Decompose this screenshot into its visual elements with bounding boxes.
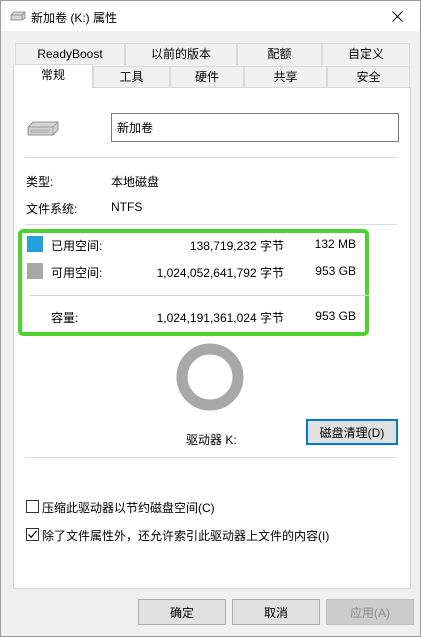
used-space-bytes: 138,719,232 字节 (189, 239, 284, 253)
disk-cleanup-button[interactable]: 磁盘清理(D) (306, 419, 398, 445)
type-label: 类型: (26, 175, 54, 189)
capacity-label: 容量: (51, 311, 79, 325)
tab-readyboost[interactable]: ReadyBoost (15, 43, 125, 65)
properties-window: 新加卷 (K:) 属性 ReadyBoost 以前的版本 配额 自定义 常规 工… (0, 0, 421, 637)
divider (25, 157, 397, 158)
divider (30, 295, 369, 296)
tab-security[interactable]: 安全 (327, 66, 410, 88)
checkmark-icon (28, 530, 37, 539)
ok-button[interactable]: 确定 (138, 599, 226, 625)
close-button[interactable] (374, 1, 420, 31)
title-bar: 新加卷 (K:) 属性 (1, 1, 420, 31)
capacity-size: 953 GB (315, 309, 356, 323)
tab-customize[interactable]: 自定义 (322, 43, 410, 65)
capacity-bytes: 1,024,191,361,024 字节 (156, 311, 284, 325)
file-system-value: NTFS (111, 200, 143, 214)
drive-icon (27, 121, 59, 136)
divider (25, 224, 397, 225)
tab-sharing[interactable]: 共享 (244, 66, 327, 88)
drive-icon (10, 11, 26, 21)
index-checkbox[interactable] (26, 528, 39, 541)
tab-tools[interactable]: 工具 (93, 66, 170, 88)
used-space-swatch (27, 236, 43, 252)
compress-checkbox[interactable] (26, 500, 39, 513)
compress-label: 压缩此驱动器以节约磁盘空间(C) (42, 501, 215, 515)
free-space-size: 953 GB (315, 264, 356, 278)
index-label: 除了文件属性外，还允许索引此驱动器上文件的内容(I) (42, 529, 330, 543)
divider (25, 457, 397, 458)
used-space-size: 132 MB (314, 237, 356, 251)
cancel-button[interactable]: 取消 (232, 599, 320, 625)
general-tab-panel: 类型: 本地磁盘 文件系统: NTFS 已用空间: 138,719,232 字节… (13, 87, 411, 589)
tab-hardware[interactable]: 硬件 (170, 66, 244, 88)
free-space-label: 可用空间: (51, 266, 103, 280)
usage-donut-chart (176, 343, 244, 411)
tab-previous-versions[interactable]: 以前的版本 (125, 43, 237, 65)
free-space-ring (176, 343, 244, 411)
type-value: 本地磁盘 (111, 175, 160, 189)
drive-letter-label: 驱动器 K: (186, 433, 237, 447)
free-space-bytes: 1,024,052,641,792 字节 (156, 266, 284, 280)
free-space-swatch (27, 263, 43, 279)
file-system-label: 文件系统: (26, 202, 78, 216)
used-space-label: 已用空间: (51, 239, 103, 253)
volume-name-input[interactable] (111, 113, 399, 142)
tab-general[interactable]: 常规 (13, 64, 93, 88)
window-title: 新加卷 (K:) 属性 (31, 11, 117, 25)
tab-quota[interactable]: 配额 (237, 43, 322, 65)
apply-button[interactable]: 应用(A) (326, 599, 414, 625)
close-icon (391, 10, 403, 22)
